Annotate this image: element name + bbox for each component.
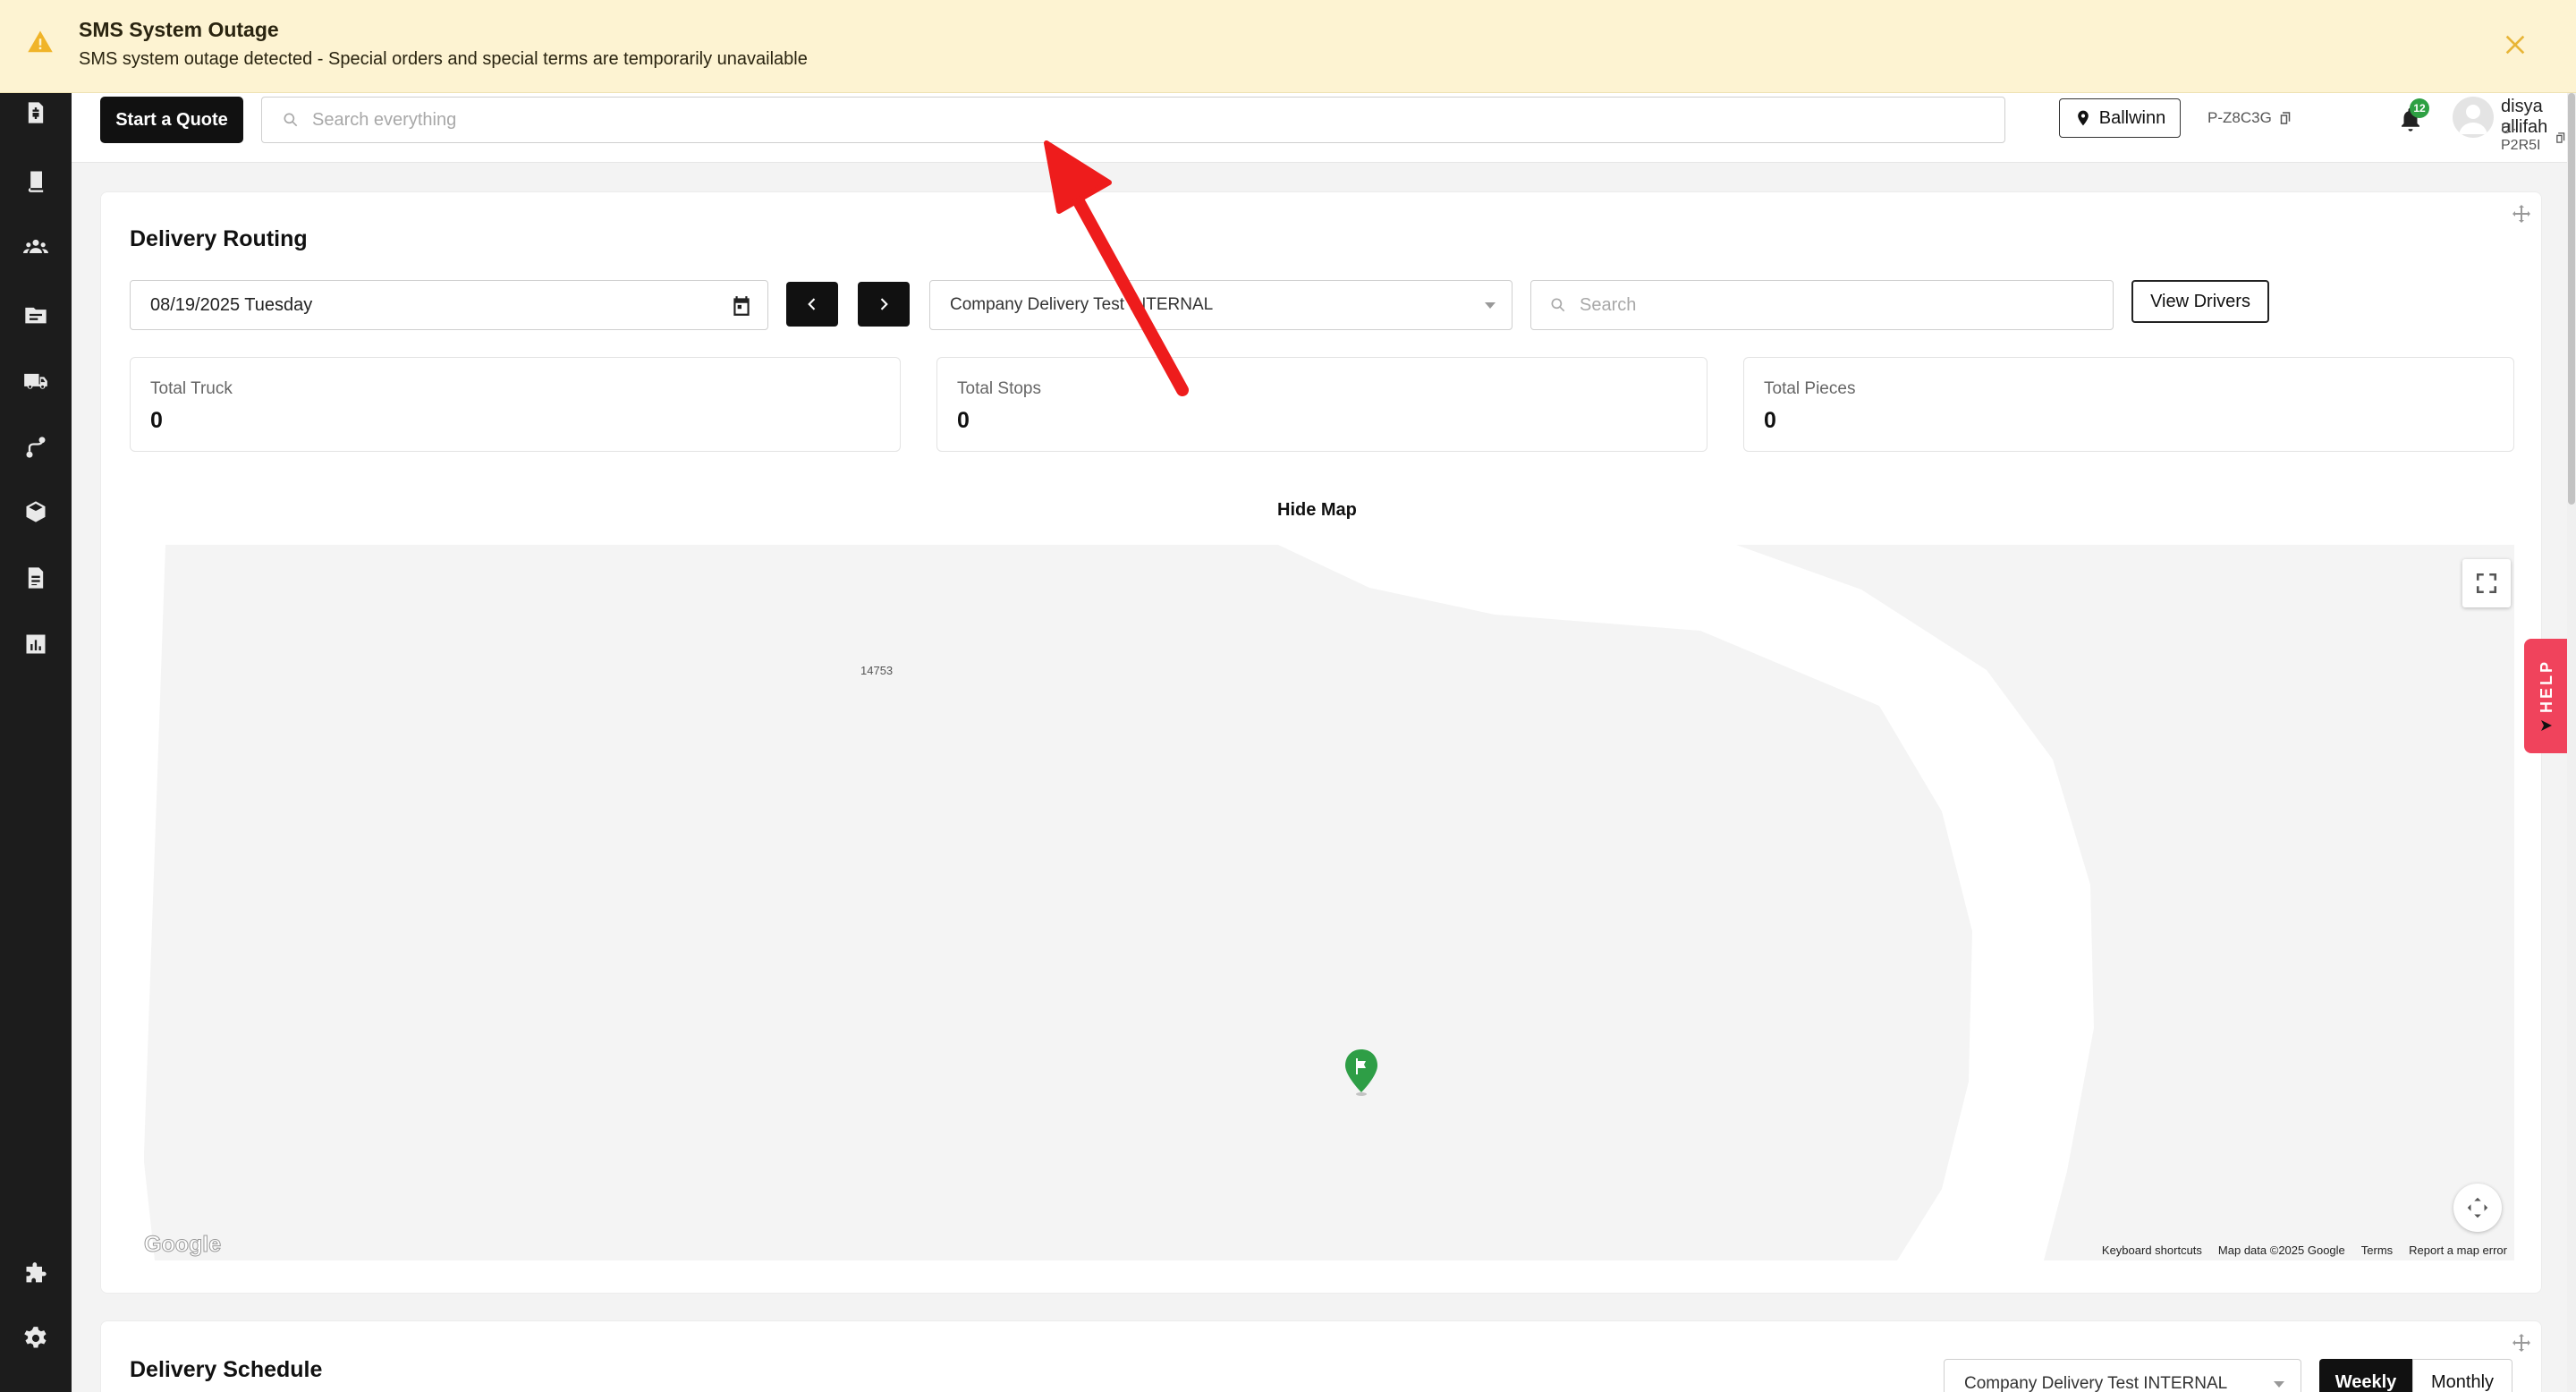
pan-arrows-icon bbox=[2467, 1197, 2488, 1218]
routing-search-input[interactable] bbox=[1580, 294, 2098, 316]
outage-banner: SMS System Outage SMS system outage dete… bbox=[0, 0, 2576, 93]
banner-message: SMS system outage detected - Special ord… bbox=[79, 49, 808, 69]
calendar-icon[interactable] bbox=[730, 294, 753, 318]
map-pin-flag-icon[interactable] bbox=[1343, 1048, 1380, 1096]
annotation-arrow-icon bbox=[1044, 140, 1189, 396]
view-drivers-button[interactable]: View Drivers bbox=[2131, 280, 2269, 323]
routing-title: Delivery Routing bbox=[130, 226, 308, 251]
help-label: HELP bbox=[2537, 658, 2555, 713]
company-select[interactable]: Company Delivery Test INTERNAL bbox=[929, 280, 1513, 330]
routing-search[interactable] bbox=[1530, 280, 2114, 330]
avatar[interactable] bbox=[2453, 97, 2494, 138]
report-map-error-link[interactable]: Report a map error bbox=[2409, 1243, 2507, 1257]
drag-move-icon[interactable] bbox=[2511, 203, 2532, 225]
document-icon[interactable] bbox=[21, 564, 50, 592]
book-icon[interactable] bbox=[21, 166, 50, 195]
profile-code-text: P-Z8C3G bbox=[2207, 109, 2272, 126]
fullscreen-button[interactable] bbox=[2462, 559, 2511, 607]
weekly-toggle[interactable]: Weekly bbox=[2319, 1359, 2412, 1392]
user-icon bbox=[2459, 105, 2487, 134]
location-button[interactable]: Ballwinn bbox=[2059, 98, 2181, 138]
profile-code: P-Z8C3G bbox=[2207, 109, 2293, 127]
map-road-shape bbox=[144, 545, 2094, 1260]
stat-total-pieces: Total Pieces 0 bbox=[1743, 357, 2514, 452]
puzzle-icon[interactable] bbox=[21, 1260, 50, 1288]
date-value: 08/19/2025 Tuesday bbox=[150, 294, 313, 315]
start-quote-button[interactable]: Start a Quote bbox=[100, 97, 243, 143]
schedule-company-select[interactable]: Company Delivery Test INTERNAL bbox=[1944, 1359, 2301, 1392]
delivery-schedule-card: Delivery Schedule Company Delivery Test … bbox=[100, 1320, 2542, 1392]
delivery-routing-card: Delivery Routing 08/19/2025 Tuesday Comp… bbox=[100, 191, 2542, 1294]
terms-link[interactable]: Terms bbox=[2361, 1243, 2393, 1257]
keyboard-shortcuts-link[interactable]: Keyboard shortcuts bbox=[2102, 1243, 2202, 1257]
hide-map-toggle[interactable]: Hide Map bbox=[1277, 500, 1357, 521]
page-scrollbar[interactable] bbox=[2567, 93, 2576, 1392]
schedule-title: Delivery Schedule bbox=[130, 1357, 323, 1382]
fullscreen-icon bbox=[2476, 573, 2497, 594]
warning-icon bbox=[28, 30, 53, 53]
invoice-icon[interactable] bbox=[21, 98, 50, 127]
box-icon[interactable] bbox=[21, 497, 50, 526]
users-icon[interactable] bbox=[21, 233, 50, 261]
truck-icon[interactable] bbox=[21, 367, 50, 395]
camera-controls-button[interactable] bbox=[2453, 1184, 2502, 1232]
stat-label: Total Pieces bbox=[1764, 379, 1856, 398]
user-code-text: U-P2R5I bbox=[2501, 122, 2541, 153]
top-header: Start a Quote Ballwinn P-Z8C3G 12 disya … bbox=[72, 93, 2567, 163]
cursor-arrow-icon bbox=[2541, 720, 2552, 731]
scrollbar-thumb[interactable] bbox=[2568, 93, 2575, 505]
schedule-company-value: Company Delivery Test INTERNAL bbox=[1964, 1374, 2228, 1392]
map-footer: Keyboard shortcuts Map data ©2025 Google… bbox=[2102, 1243, 2507, 1257]
chevron-down-icon bbox=[2274, 1381, 2284, 1388]
route-icon[interactable] bbox=[21, 433, 50, 462]
stat-label: Total Truck bbox=[150, 379, 233, 398]
gear-icon[interactable] bbox=[21, 1324, 50, 1353]
stat-value: 0 bbox=[957, 408, 970, 433]
chevron-left-icon bbox=[808, 298, 816, 310]
search-icon bbox=[1551, 298, 1565, 312]
drag-move-icon[interactable] bbox=[2511, 1332, 2532, 1354]
chart-icon[interactable] bbox=[21, 630, 50, 658]
chevron-right-icon bbox=[880, 298, 888, 310]
copy-icon[interactable] bbox=[2277, 110, 2293, 126]
map-area-label: 14753 bbox=[860, 664, 894, 677]
map-data-text: Map data ©2025 Google bbox=[2217, 1243, 2345, 1257]
location-label: Ballwinn bbox=[2098, 107, 2166, 128]
next-day-button[interactable] bbox=[858, 282, 910, 327]
copy-icon[interactable] bbox=[2554, 130, 2567, 146]
close-icon[interactable] bbox=[2501, 30, 2529, 59]
search-icon bbox=[284, 113, 298, 127]
folder-icon[interactable] bbox=[21, 301, 50, 329]
sidebar bbox=[0, 0, 72, 1392]
stat-value: 0 bbox=[150, 408, 163, 433]
previous-day-button[interactable] bbox=[786, 282, 838, 327]
map-view[interactable]: 14753 Google Keyboard shortcuts Map data… bbox=[144, 545, 2514, 1260]
location-pin-icon bbox=[2077, 110, 2089, 126]
banner-title: SMS System Outage bbox=[79, 18, 279, 41]
stat-value: 0 bbox=[1764, 408, 1776, 433]
google-logo: Google bbox=[144, 1232, 222, 1258]
notification-badge: 12 bbox=[2410, 98, 2429, 118]
monthly-toggle[interactable]: Monthly bbox=[2412, 1359, 2512, 1392]
help-tab[interactable]: HELP bbox=[2524, 639, 2569, 753]
date-picker[interactable]: 08/19/2025 Tuesday bbox=[130, 280, 768, 330]
chevron-down-icon bbox=[1485, 302, 1496, 309]
stat-total-truck: Total Truck 0 bbox=[130, 357, 901, 452]
user-code: U-P2R5I bbox=[2501, 122, 2567, 154]
